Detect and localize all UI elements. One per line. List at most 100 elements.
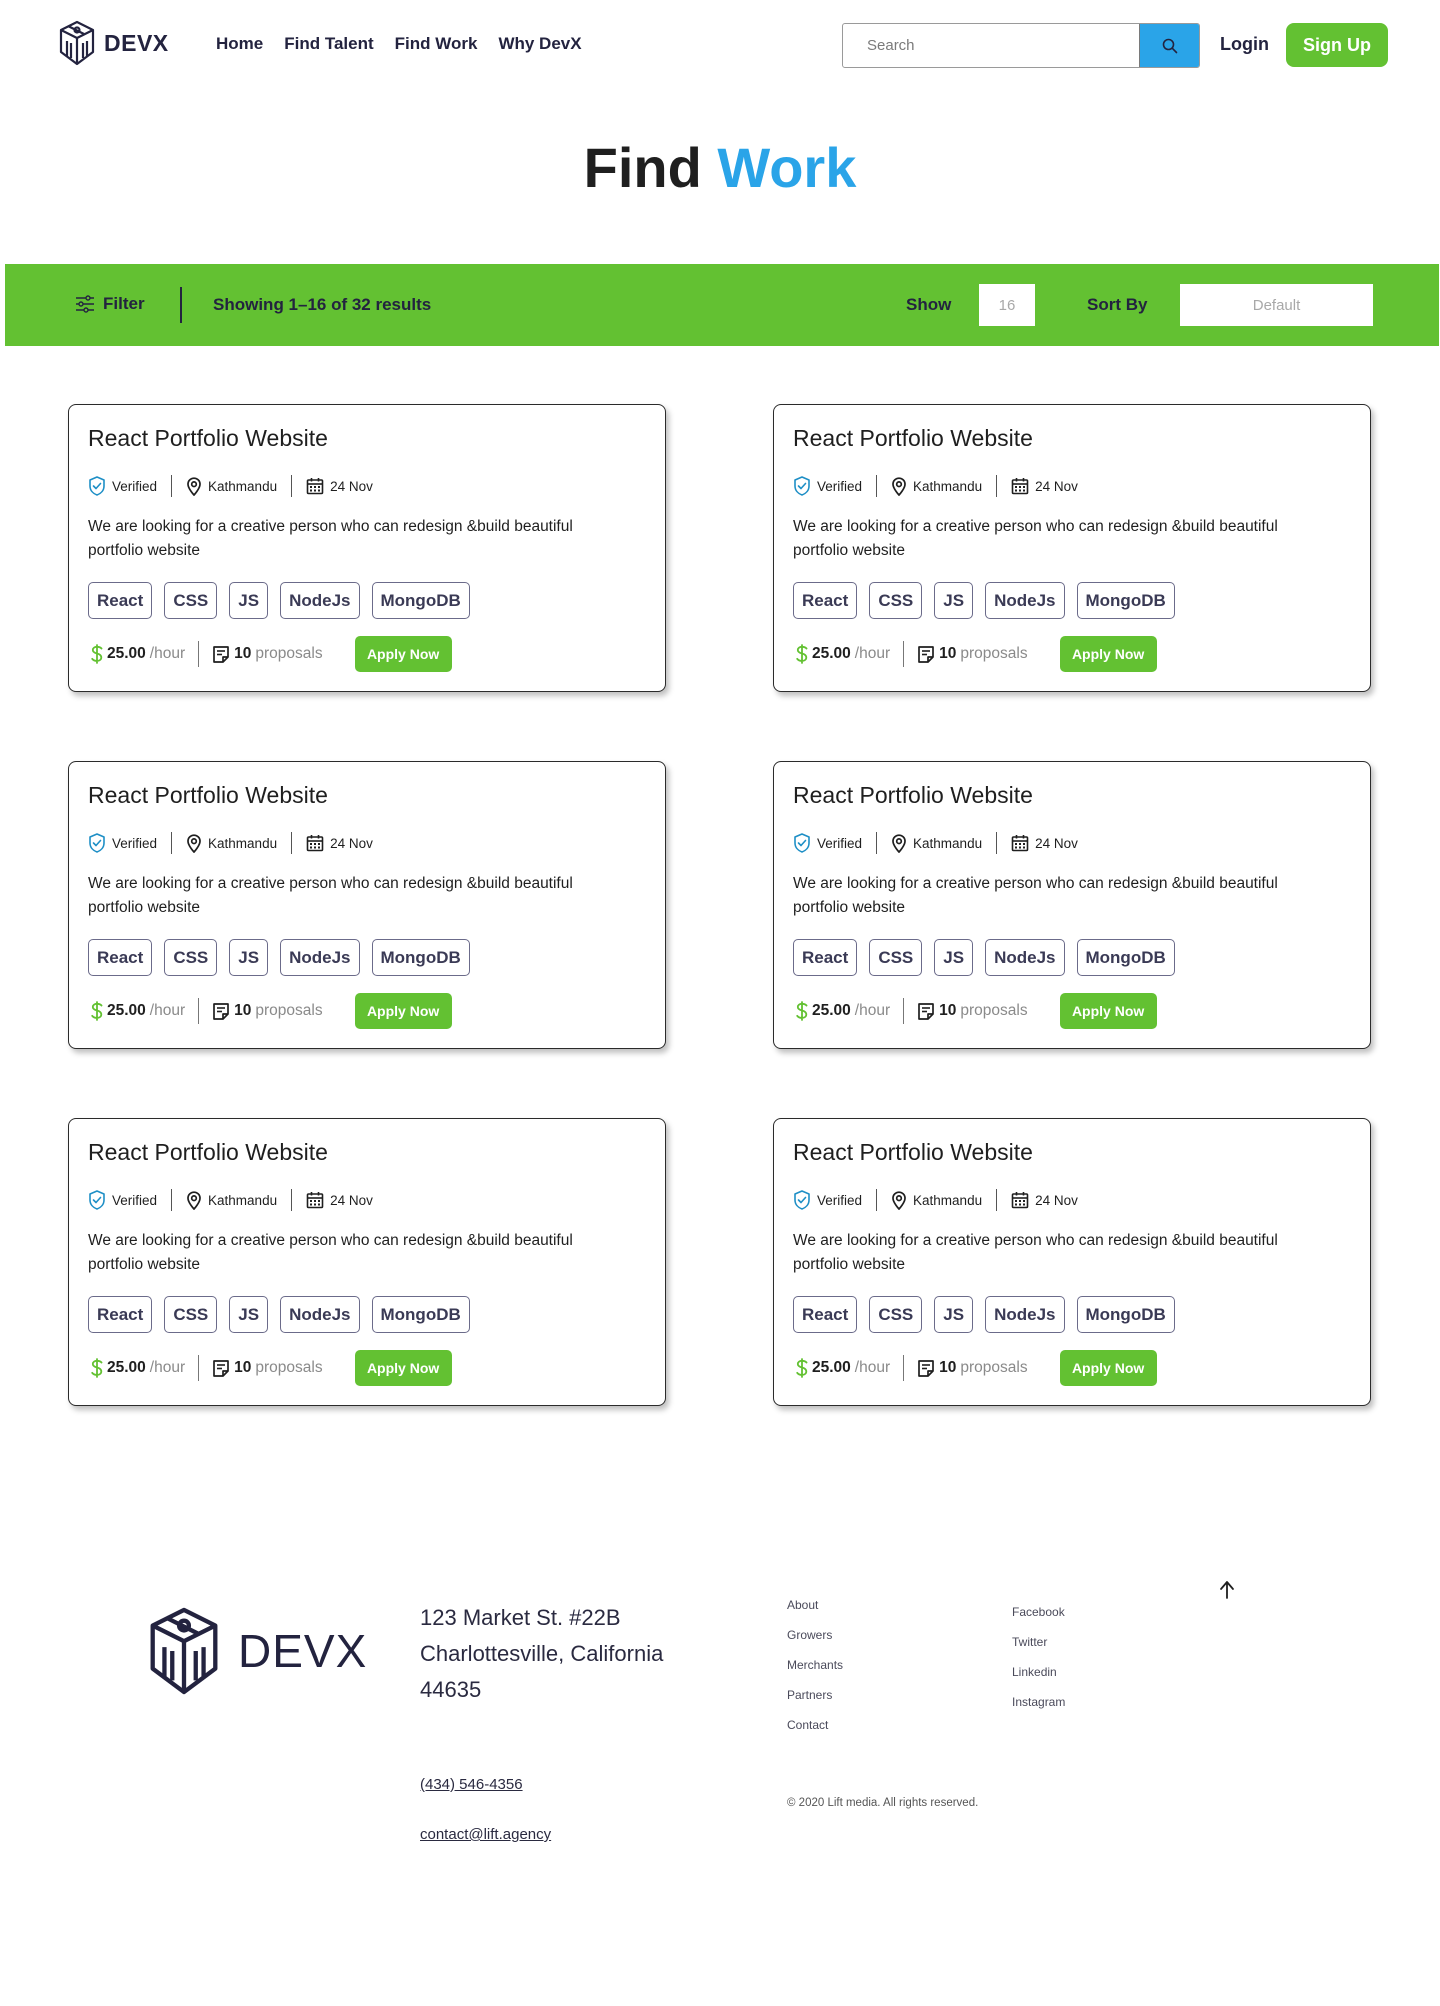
meta-divider (171, 832, 173, 854)
skill-tag[interactable]: JS (934, 582, 974, 619)
footer-logo[interactable]: DEVX (146, 1606, 367, 1696)
search-input[interactable] (843, 24, 1139, 67)
skill-tag[interactable]: React (793, 939, 858, 976)
logo-text: DEVX (104, 29, 169, 56)
skill-tag[interactable]: CSS (164, 582, 218, 619)
job-footer: 25.00/hour 10 proposals Apply Now (91, 636, 452, 672)
skill-tag[interactable]: CSS (164, 1296, 218, 1333)
skill-tag[interactable]: MongoDB (371, 939, 470, 976)
job-title[interactable]: React Portfolio Website (793, 782, 1033, 809)
skill-tag[interactable]: React (88, 1296, 153, 1333)
nav-home[interactable]: Home (216, 34, 263, 54)
document-icon (918, 1360, 934, 1377)
job-card[interactable]: React Portfolio Website Verified Kathmandu… (68, 761, 666, 1049)
verified-label: Verified (817, 478, 863, 494)
footer-link-facebook[interactable]: Facebook (1012, 1605, 1065, 1619)
skill-tag[interactable]: CSS (869, 582, 923, 619)
show-count-input[interactable]: 16 (979, 284, 1035, 326)
skill-tag[interactable]: JS (934, 939, 974, 976)
job-title[interactable]: React Portfolio Website (88, 425, 328, 452)
job-card[interactable]: React Portfolio Website Verified Kathmandu… (773, 761, 1371, 1049)
footer-phone-link[interactable]: (434) 546-4356 (420, 1776, 523, 1793)
apply-now-button[interactable]: Apply Now (1059, 993, 1157, 1029)
filter-divider (180, 287, 182, 323)
apply-now-button[interactable]: Apply Now (1059, 1350, 1157, 1386)
apply-now-button[interactable]: Apply Now (354, 636, 452, 672)
skill-tag[interactable]: MongoDB (371, 582, 470, 619)
rate-value: 25.00 (107, 645, 146, 662)
date-label: 24 Nov (1035, 1192, 1078, 1208)
footer-link-partners[interactable]: Partners (787, 1688, 843, 1702)
job-title[interactable]: React Portfolio Website (88, 782, 328, 809)
apply-now-button[interactable]: Apply Now (354, 993, 452, 1029)
skill-tag[interactable]: JS (229, 582, 269, 619)
search-box (842, 23, 1200, 68)
verified-label: Verified (112, 478, 158, 494)
rate-unit: /hour (149, 1002, 186, 1019)
rate-value: 25.00 (812, 1359, 851, 1376)
skill-tag[interactable]: CSS (869, 1296, 923, 1333)
skill-tag[interactable]: NodeJs (280, 1296, 360, 1333)
skill-tag[interactable]: NodeJs (280, 939, 360, 976)
dollar-icon (91, 644, 103, 664)
skill-tag[interactable]: MongoDB (1076, 582, 1175, 619)
skill-tag[interactable]: NodeJs (985, 582, 1065, 619)
job-meta: Verified Kathmandu 24 Nov (88, 832, 373, 854)
header-logo[interactable]: DEVX (58, 20, 169, 66)
skill-tag[interactable]: React (793, 582, 858, 619)
apply-now-button[interactable]: Apply Now (354, 1350, 452, 1386)
signup-button[interactable]: Sign Up (1286, 23, 1388, 67)
skill-tag[interactable]: MongoDB (1076, 939, 1175, 976)
skill-tag[interactable]: MongoDB (1076, 1296, 1175, 1333)
footer-links-social: Facebook Twitter Linkedin Instagram (1012, 1605, 1065, 1709)
shield-check-icon (89, 476, 105, 496)
job-footer: 25.00/hour 10 proposals Apply Now (796, 1350, 1157, 1386)
skill-tag[interactable]: CSS (164, 939, 218, 976)
calendar-icon (306, 835, 324, 852)
dollar-icon (91, 1001, 103, 1021)
nav-find-talent[interactable]: Find Talent (284, 34, 373, 54)
address-line: Charlottesville, California (420, 1641, 664, 1666)
footer-link-merchants[interactable]: Merchants (787, 1658, 843, 1672)
skill-tag[interactable]: NodeJs (280, 582, 360, 619)
skill-tag[interactable]: NodeJs (985, 939, 1065, 976)
footer-link-linkedin[interactable]: Linkedin (1012, 1665, 1065, 1679)
filter-button[interactable]: Filter (75, 294, 145, 314)
footer-link-contact[interactable]: Contact (787, 1718, 843, 1732)
skill-tag[interactable]: MongoDB (371, 1296, 470, 1333)
footer-link-growers[interactable]: Growers (787, 1628, 843, 1642)
login-link[interactable]: Login (1220, 34, 1269, 55)
proposals-count: 10 (939, 1359, 957, 1376)
apply-now-button[interactable]: Apply Now (1059, 636, 1157, 672)
rate-value: 25.00 (107, 1359, 146, 1376)
job-title[interactable]: React Portfolio Website (88, 1139, 328, 1166)
back-to-top-button[interactable] (1218, 1580, 1236, 1605)
skill-tag[interactable]: React (88, 939, 153, 976)
nav-why-devx[interactable]: Why DevX (498, 34, 581, 54)
job-card[interactable]: React Portfolio Website Verified Kathmandu… (773, 1118, 1371, 1406)
meta-divider (171, 475, 173, 497)
skill-tag[interactable]: React (793, 1296, 858, 1333)
job-card[interactable]: React Portfolio Website Verified Kathmandu… (773, 404, 1371, 692)
job-card[interactable]: React Portfolio Website Verified Kathmandu… (68, 1118, 666, 1406)
footer-link-twitter[interactable]: Twitter (1012, 1635, 1065, 1649)
job-card[interactable]: React Portfolio Website Verified Kathmandu… (68, 404, 666, 692)
job-title[interactable]: React Portfolio Website (793, 1139, 1033, 1166)
nav-find-work[interactable]: Find Work (395, 34, 478, 54)
footer-email-link[interactable]: contact@lift.agency (420, 1826, 551, 1843)
skill-tags: React CSS JS NodeJs MongoDB (793, 582, 1175, 619)
skill-tag[interactable]: CSS (869, 939, 923, 976)
job-title[interactable]: React Portfolio Website (793, 425, 1033, 452)
skill-tag[interactable]: React (88, 582, 153, 619)
location-pin-icon (892, 476, 906, 496)
dollar-icon (796, 1358, 808, 1378)
skill-tag[interactable]: NodeJs (985, 1296, 1065, 1333)
skill-tag[interactable]: JS (934, 1296, 974, 1333)
footer-link-instagram[interactable]: Instagram (1012, 1695, 1065, 1709)
skill-tag[interactable]: JS (229, 939, 269, 976)
footer-link-about[interactable]: About (787, 1598, 843, 1612)
skill-tag[interactable]: JS (229, 1296, 269, 1333)
job-proposals: 10 proposals (917, 1359, 1028, 1377)
search-button[interactable] (1139, 24, 1199, 67)
sort-select[interactable]: Default (1180, 284, 1373, 326)
